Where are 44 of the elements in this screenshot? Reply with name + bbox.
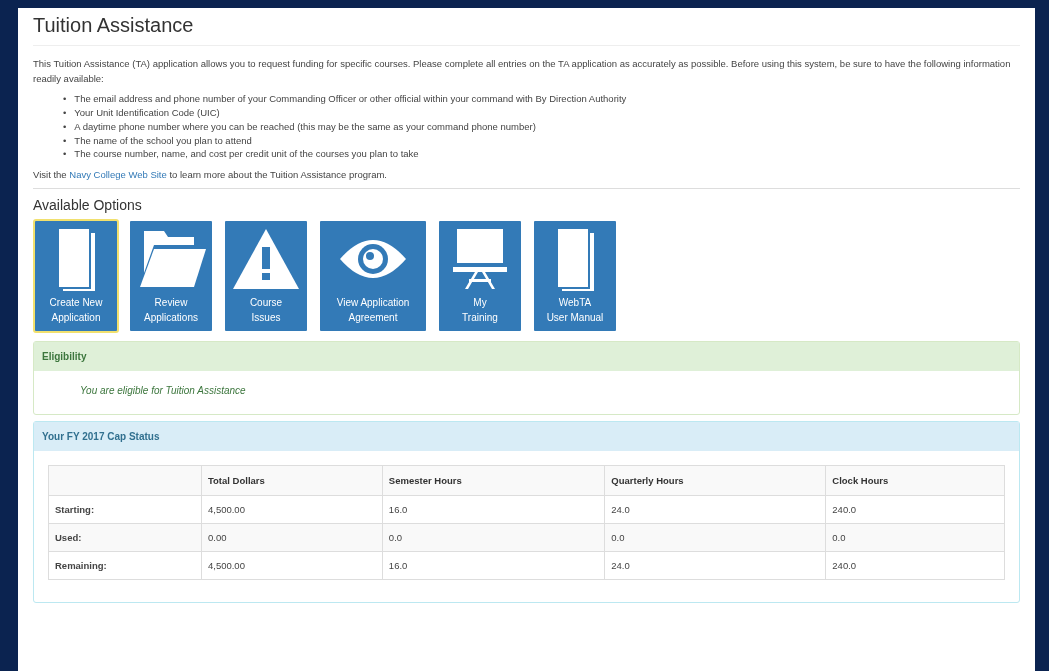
table-cell: 0.0 xyxy=(382,523,605,552)
requirement-item: Your Unit Identification Code (UIC) xyxy=(74,106,220,120)
college-site-link[interactable]: Navy College Web Site xyxy=(69,169,167,181)
row-label: Starting: xyxy=(48,495,202,524)
column-header: Clock Hours xyxy=(825,465,1005,496)
bullet-marker: • xyxy=(63,147,67,162)
option-tile[interactable]: WebTA User Manual xyxy=(532,219,618,334)
column-header: Total Dollars xyxy=(201,465,383,496)
option-tile[interactable]: View Application Agreement xyxy=(318,219,428,334)
table-cell: 0.00 xyxy=(201,523,383,552)
table-cell: 24.0 xyxy=(604,495,826,524)
table-cell: 4,500.00 xyxy=(201,495,383,524)
visit-sentence: Visit the Navy College Web Site to learn more about the Tuition Assistance program. xyxy=(33,168,388,183)
bullet-marker: • xyxy=(63,106,67,120)
table-cell: 0.0 xyxy=(825,523,1005,552)
row-label: Remaining: xyxy=(48,551,202,580)
table-cell: 16.0 xyxy=(382,495,605,524)
warning-icon xyxy=(231,227,301,292)
requirement-item: A daytime phone number where you can be reached (this may be the same as your command phone number) xyxy=(74,119,536,134)
column-header: Semester Hours xyxy=(382,465,605,496)
requirement-item: The email address and phone number of your Commanding Officer or other official within your command with By Direction Authority xyxy=(74,92,627,107)
bullet-marker: • xyxy=(63,119,67,134)
option-tile[interactable]: Create New Application xyxy=(33,219,119,334)
eligibility-message: You are eligible for Tuition Assistance xyxy=(79,384,247,399)
row-label: Used: xyxy=(48,523,202,552)
option-tile[interactable]: My Training xyxy=(437,219,523,334)
section-heading: Available Options xyxy=(33,197,143,214)
option-tile[interactable]: Course Issues xyxy=(223,219,309,334)
requirement-item: The course number, name, and cost per credit unit of the courses you plan to take xyxy=(74,147,419,162)
page-title: Tuition Assistance xyxy=(33,14,1020,46)
intro-paragraph: This Tuition Assistance (TA) application allows you to request funding for specific courses. Please complete all entries on the TA application as accurately as possible. Before using this system, be sure to have the following information readily available: xyxy=(33,57,1012,87)
requirement-item: The name of the school you plan to attend xyxy=(74,133,252,148)
table-cell: 0.0 xyxy=(604,523,826,552)
table-cell: 4,500.00 xyxy=(201,551,383,580)
table-cell: 240.0 xyxy=(825,551,1005,580)
panel-heading: Eligibility xyxy=(34,342,1019,372)
table-cell: 240.0 xyxy=(825,495,1005,524)
bullet-marker: • xyxy=(63,133,67,148)
table-cell: 24.0 xyxy=(604,551,826,580)
bullet-marker: • xyxy=(63,92,67,107)
column-header: Quarterly Hours xyxy=(604,465,826,496)
table-cell: 16.0 xyxy=(382,551,605,580)
panel-heading: Your FY 2017 Cap Status xyxy=(34,422,1019,452)
option-tile[interactable]: Review Applications xyxy=(128,219,214,334)
